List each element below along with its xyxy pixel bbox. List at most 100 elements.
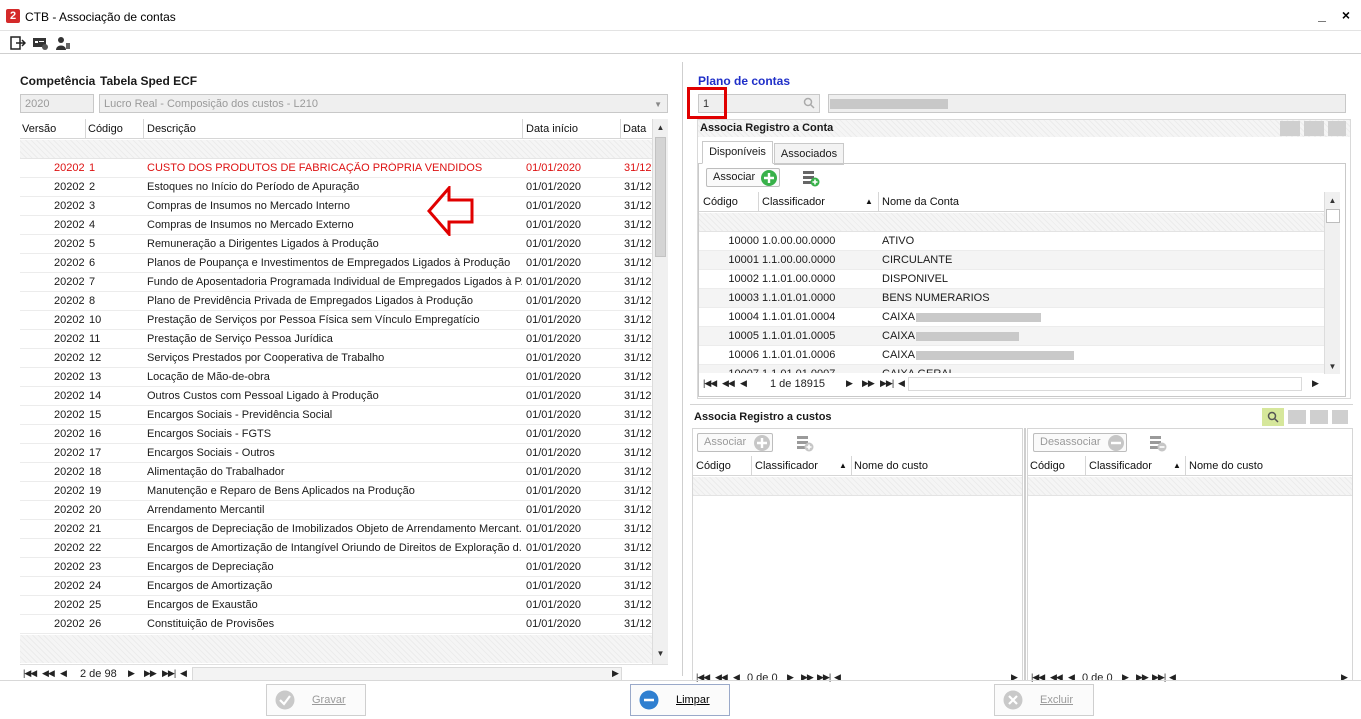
col-custo-codigo-right[interactable]: Código [1030,460,1065,472]
table-row[interactable]: 20202 3 Compras de Insumos no Mercado Inte… [20,197,652,216]
conta-scroll-up-icon[interactable]: ▲ [1325,196,1340,205]
col-custo-nome-right[interactable]: Nome do custo [1189,460,1263,472]
panel-splitter[interactable] [682,62,683,676]
table-row[interactable]: 20202 4 Compras de Insumos no Mercado Exte… [20,216,652,235]
custos-left-prev-icon[interactable]: ◀ [733,672,740,683]
search-highlight-icon[interactable] [1262,408,1284,426]
col-custo-classificador-right[interactable]: Classificador [1089,460,1152,472]
conta-hscroll-left-icon[interactable]: ◀ [898,378,905,389]
table-row[interactable]: 20202 25 Encargos de Exaustão 01/01/2020 31/… [20,596,652,615]
conta-next-block-icon[interactable]: ▶▶ [862,378,875,389]
col-custo-codigo-left[interactable]: Código [696,460,731,472]
list-item[interactable]: 10001 1.1.00.00.0000 CIRCULANTE [699,251,1324,270]
col-custo-classificador-left[interactable]: Classificador [755,460,818,472]
table-row[interactable]: 20202 5 Remuneração a Dirigentes Ligados à… [20,235,652,254]
scroll-thumb[interactable] [655,137,666,257]
conta-last-page-icon[interactable]: ▶▶| [880,378,894,389]
table-row[interactable]: 20202 26 Constituição de Provisões 01/01/20… [20,615,652,634]
custos-left-filter-row[interactable] [693,477,1022,496]
prev-block-icon[interactable]: ◀◀ [42,668,55,679]
table-row[interactable]: 20202 22 Encargos de Amortização de Intang… [20,539,652,558]
desassociar-button[interactable]: Desassociar [1033,433,1127,452]
custos-right-nextblock-icon[interactable]: ▶▶ [1136,672,1149,683]
add-all-icon[interactable] [802,169,820,187]
columns-view-icon[interactable] [1280,121,1300,136]
custos-left-next-icon[interactable]: ▶ [787,672,794,683]
col-data-inicio[interactable]: Data início [526,123,578,135]
tab-disponiveis[interactable]: Disponíveis [702,141,773,164]
scroll-down-icon[interactable]: ▼ [653,649,668,658]
last-page-icon[interactable]: ▶▶| [162,668,176,679]
table-row[interactable]: 20202 1 CUSTO DOS PRODUTOS DE FABRICAÇÃO P… [20,159,652,178]
tabela-select[interactable]: Lucro Real - Composição dos custos - L21… [99,94,668,113]
horizontal-scrollbar[interactable] [192,667,622,681]
prev-page-icon[interactable]: ◀ [60,668,67,679]
conta-prev-page-icon[interactable]: ◀ [740,378,747,389]
custos-right-next-icon[interactable]: ▶ [1122,672,1129,683]
custos-splitter[interactable] [1024,428,1026,681]
table-row[interactable]: 20202 12 Serviços Prestados por Cooperativ… [20,349,652,368]
conta-next-page-icon[interactable]: ▶ [846,378,853,389]
card-icon[interactable] [32,35,48,51]
custos-columns-view-icon[interactable] [1310,410,1328,424]
limpar-button[interactable]: Limpar [630,684,730,716]
scroll-up-icon[interactable]: ▲ [653,123,668,132]
list-item[interactable]: 10000 1.0.00.00.0000 ATIVO [699,232,1324,251]
table-row[interactable]: 20202 11 Prestação de Serviço Pessoa Juríd… [20,330,652,349]
table-row[interactable]: 20202 24 Encargos de Amortização 01/01/2020… [20,577,652,596]
col-versao[interactable]: Versão [22,123,56,135]
custos-expand-icon[interactable] [1332,410,1348,424]
close-button[interactable]: × [1338,7,1354,23]
custos-left-nextblock-icon[interactable]: ▶▶ [801,672,814,683]
custos-right-prevblock-icon[interactable]: ◀◀ [1050,672,1063,683]
col-conta-classificador[interactable]: Classificador [762,196,825,208]
conta-filter-row[interactable] [699,213,1324,232]
conta-vertical-scrollbar[interactable]: ▲ ▼ [1324,192,1340,374]
filter-row[interactable] [20,140,652,159]
custos-right-prev-icon[interactable]: ◀ [1068,672,1075,683]
custos-left-prevblock-icon[interactable]: ◀◀ [715,672,728,683]
table-row[interactable]: 20202 17 Encargos Sociais - Outros 01/01/20… [20,444,652,463]
associar-conta-button[interactable]: Associar [706,168,780,187]
custos-right-first-icon[interactable]: |◀◀ [1031,672,1045,683]
custos-left-last-icon[interactable]: ▶▶| [817,672,831,683]
excluir-button[interactable]: Excluir [994,684,1094,716]
associar-custo-button[interactable]: Associar [697,433,773,452]
col-conta-nome[interactable]: Nome da Conta [882,196,959,208]
list-view-icon[interactable] [1304,121,1324,136]
table-row[interactable]: 20202 8 Plano de Previdência Privada de Em… [20,292,652,311]
table-row[interactable]: 20202 23 Encargos de Depreciação 01/01/2020… [20,558,652,577]
table-row[interactable]: 20202 19 Manutenção e Reparo de Bens Aplic… [20,482,652,501]
add-all-disabled-icon[interactable] [796,434,814,452]
list-item[interactable]: 10002 1.1.01.00.0000 DISPONIVEL [699,270,1324,289]
table-row[interactable]: 20202 6 Planos de Poupança e Investimentos… [20,254,652,273]
conta-horizontal-scrollbar[interactable] [908,377,1302,391]
sort-asc-right-icon[interactable]: ▲ [1173,461,1181,470]
list-item[interactable]: 10004 1.1.01.01.0004 CAIXA [699,308,1324,327]
left-vertical-scrollbar[interactable]: ▲ ▼ [652,119,668,664]
table-row[interactable]: 20202 15 Encargos Sociais - Previdência So… [20,406,652,425]
first-page-icon[interactable]: |◀◀ [23,668,37,679]
table-row[interactable]: 20202 2 Estoques no Início do Período de A… [20,178,652,197]
search-icon[interactable] [803,97,815,109]
hscroll-right-icon[interactable]: ▶ [612,668,619,679]
conta-scroll-down-icon[interactable]: ▼ [1325,362,1340,371]
conta-scroll-thumb[interactable] [1326,209,1340,223]
next-block-icon[interactable]: ▶▶ [144,668,157,679]
table-row[interactable]: 20202 18 Alimentação do Trabalhador 01/01/2… [20,463,652,482]
next-page-icon[interactable]: ▶ [128,668,135,679]
list-item[interactable]: 10006 1.1.01.01.0006 CAIXA [699,346,1324,365]
table-row[interactable]: 20202 21 Encargos de Depreciação de Imobil… [20,520,652,539]
col-descricao[interactable]: Descrição [147,123,196,135]
table-row[interactable]: 20202 16 Encargos Sociais - FGTS 01/01/2020… [20,425,652,444]
custos-left-hscroll-left-icon[interactable]: ◀ [834,672,841,683]
table-row[interactable]: 20202 13 Locação de Mão-de-obra 01/01/2020 3… [20,368,652,387]
conta-prev-block-icon[interactable]: ◀◀ [722,378,735,389]
col-conta-codigo[interactable]: Código [703,196,738,208]
hscroll-left-icon[interactable]: ◀ [180,668,187,679]
custos-right-filter-row[interactable] [1028,477,1352,496]
user-settings-icon[interactable] [55,35,71,51]
competencia-field[interactable]: 2020 [20,94,94,113]
col-data[interactable]: Data [623,123,646,135]
sort-asc-left-icon[interactable]: ▲ [839,461,847,470]
